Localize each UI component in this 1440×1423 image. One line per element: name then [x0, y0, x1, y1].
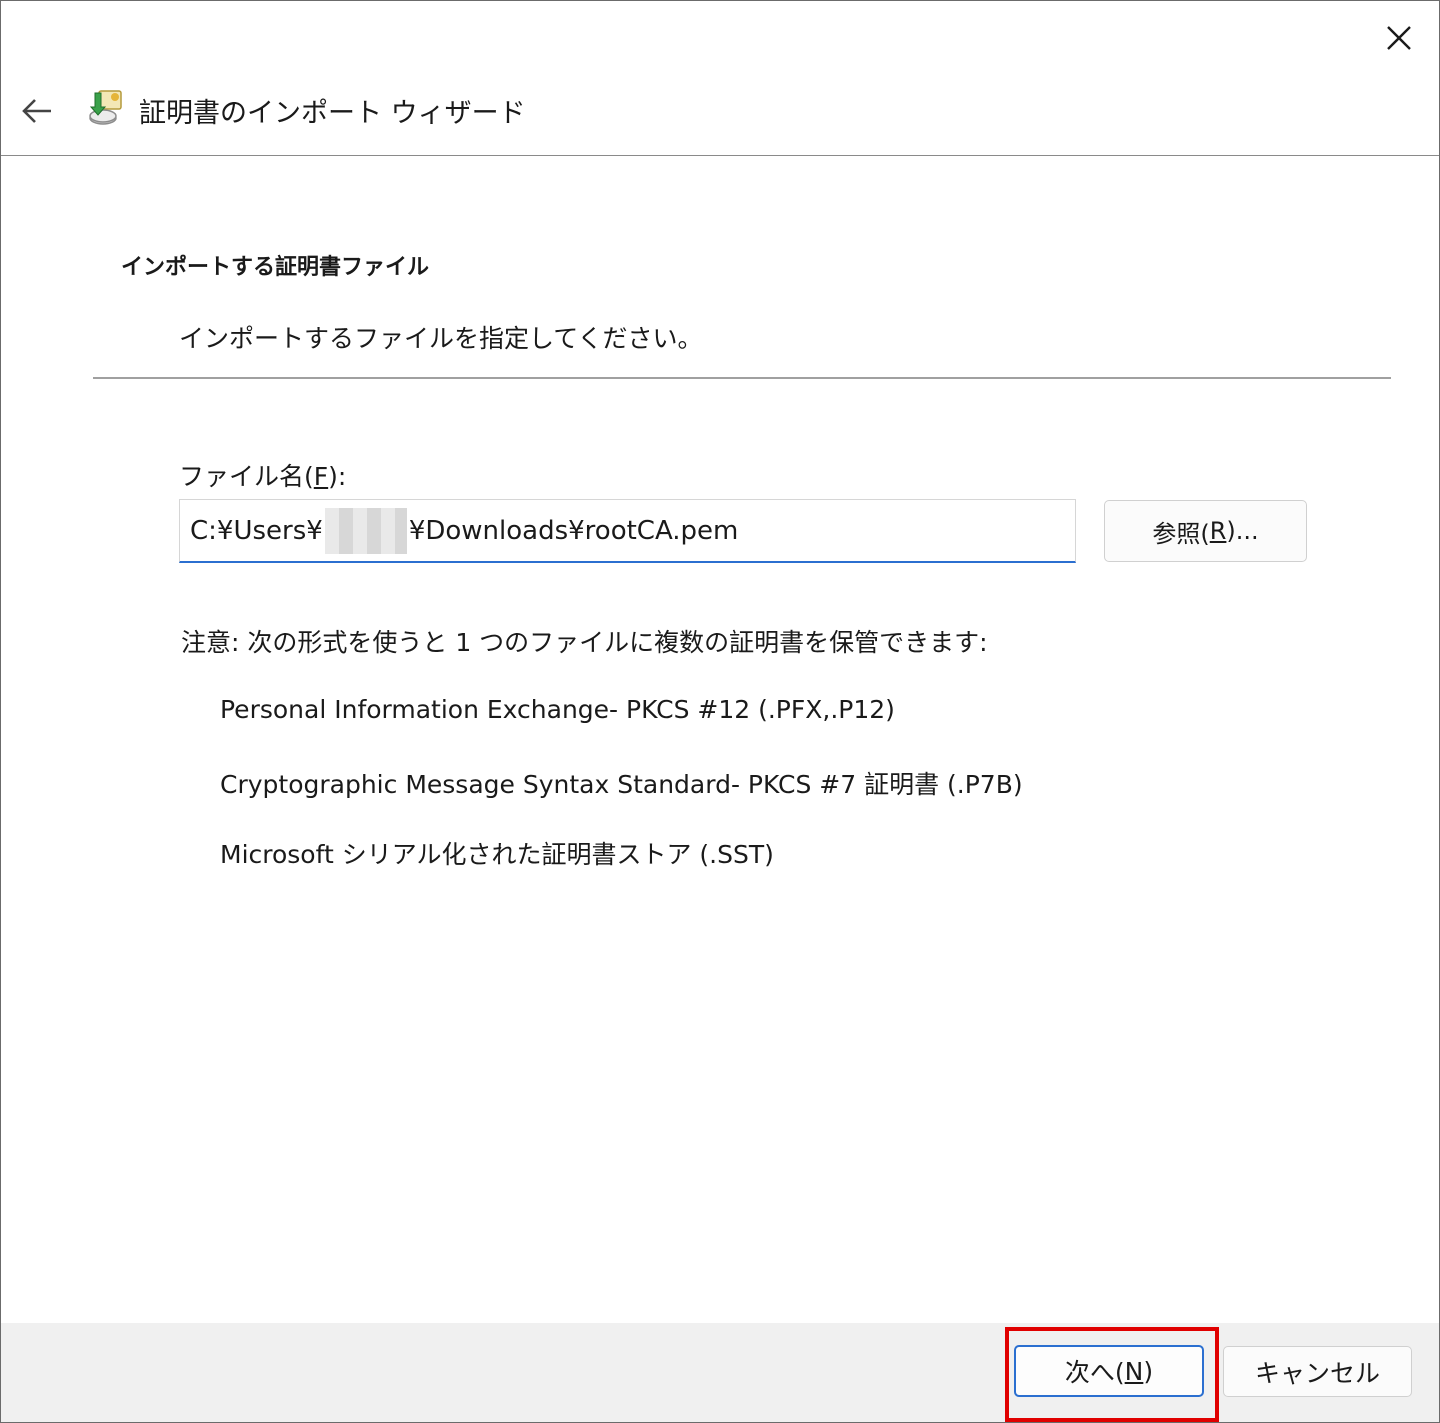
- certificate-import-icon: [89, 90, 122, 125]
- wizard-header: 証明書のインポート ウィザード: [1, 65, 1439, 155]
- browse-label-suffix: )...: [1226, 517, 1259, 545]
- browse-label-prefix: 参照(: [1152, 519, 1210, 548]
- next-button[interactable]: 次へ(N): [1014, 1345, 1204, 1397]
- format-item: Microsoft シリアル化された証明書ストア (.SST): [220, 840, 774, 869]
- file-name-label: ファイル名(F):: [179, 457, 346, 493]
- close-button[interactable]: [1367, 11, 1431, 65]
- cancel-button[interactable]: キャンセル: [1223, 1346, 1412, 1397]
- page-description: インポートするファイルを指定してください。: [179, 324, 703, 353]
- window-title: 証明書のインポート ウィザード: [139, 98, 526, 129]
- file-name-label-accel: F: [313, 462, 329, 491]
- back-button[interactable]: [15, 89, 59, 133]
- browse-label-accel: R: [1209, 517, 1227, 545]
- file-path-end: ¥Downloads¥rootCA.pem: [408, 515, 739, 546]
- header-divider: [1, 155, 1439, 156]
- file-path-start: C:¥Users¥: [190, 515, 323, 546]
- browse-button[interactable]: 参照(R)...: [1104, 500, 1307, 562]
- file-name-label-prefix: ファイル名(: [179, 462, 314, 491]
- page-heading: インポートする証明書ファイル: [121, 255, 430, 280]
- format-item: Personal Information Exchange- PKCS #12 …: [220, 695, 895, 724]
- next-label-prefix: 次へ(: [1064, 1358, 1125, 1387]
- next-label-suffix: ): [1143, 1356, 1154, 1386]
- multi-cert-note: 注意: 次の形式を使うと 1 つのファイルに複数の証明書を保管できます:: [181, 628, 988, 657]
- file-name-label-suffix: ):: [328, 462, 347, 491]
- content-divider: [93, 377, 1391, 379]
- format-item: Cryptographic Message Syntax Standard- P…: [220, 770, 1023, 799]
- close-icon: [1387, 26, 1411, 50]
- wizard-window: 証明書のインポート ウィザード インポートする証明書ファイル インポートするファ…: [0, 0, 1440, 1423]
- back-arrow-icon: [22, 99, 51, 123]
- next-label-accel: N: [1124, 1356, 1144, 1386]
- redacted-username: [324, 507, 407, 554]
- file-name-input[interactable]: C:¥Users¥ ¥Downloads¥rootCA.pem: [179, 499, 1076, 563]
